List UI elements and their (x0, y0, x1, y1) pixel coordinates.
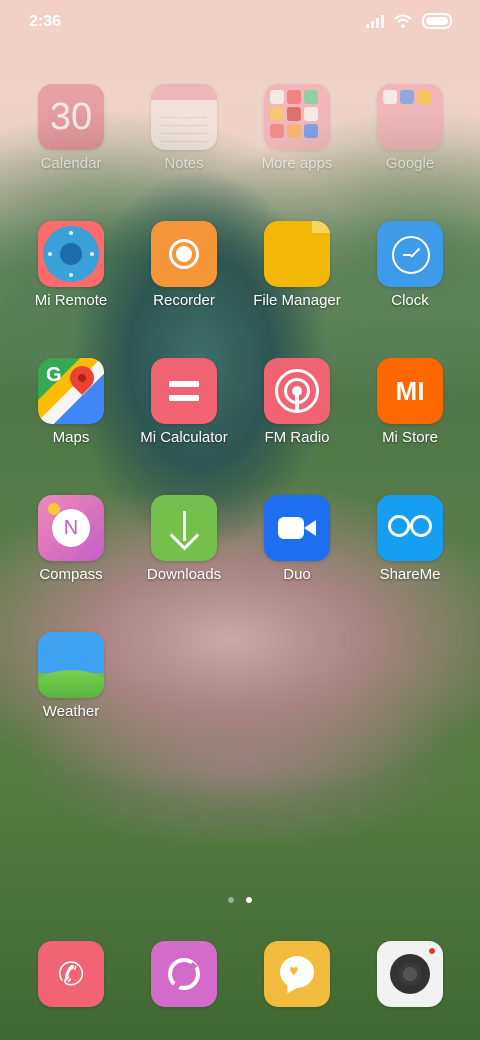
dock-phone[interactable]: ✆ (11, 941, 131, 1007)
dock-messages[interactable]: ♥ (237, 941, 357, 1007)
chat-bubble-icon: ♥ (264, 941, 330, 1007)
app-label: Mi Remote (34, 292, 108, 309)
folder-google[interactable]: Google (350, 84, 470, 172)
page-dot (228, 897, 234, 903)
app-weather[interactable]: Weather (11, 632, 131, 720)
status-icons (366, 13, 452, 29)
page-indicator (0, 897, 480, 903)
notes-icon (151, 84, 217, 150)
app-downloads[interactable]: Downloads (124, 495, 244, 583)
app-label: Compass (39, 566, 103, 583)
app-label: Maps (52, 429, 90, 446)
folder-icon (264, 84, 330, 150)
calculator-icon (151, 358, 217, 424)
app-label: Mi Store (382, 429, 438, 446)
app-label: FM Radio (264, 429, 330, 446)
mi-logo-icon: MI (377, 358, 443, 424)
app-calendar[interactable]: 30 Calendar (11, 84, 131, 172)
compass-icon: N (38, 495, 104, 561)
download-arrow-icon (151, 495, 217, 561)
folder-icon (377, 84, 443, 150)
radio-icon (264, 358, 330, 424)
app-label: Google (385, 155, 435, 172)
browser-icon (151, 941, 217, 1007)
app-label: Notes (164, 155, 204, 172)
folder-icon (264, 221, 330, 287)
app-mi-calculator[interactable]: Mi Calculator (124, 358, 244, 446)
app-label: Recorder (153, 292, 215, 309)
app-maps[interactable]: G Maps (11, 358, 131, 446)
app-label: Clock (391, 292, 429, 309)
wifi-icon (394, 14, 412, 28)
signal-icon (366, 14, 384, 28)
app-shareme[interactable]: ShareMe (350, 495, 470, 583)
dock: ✆ ♥ (0, 941, 480, 1007)
dock-browser[interactable] (124, 941, 244, 1007)
status-bar: 2:36 (0, 0, 480, 44)
app-label: Weather (42, 703, 100, 720)
app-mi-store[interactable]: MI Mi Store (350, 358, 470, 446)
app-mi-remote[interactable]: Mi Remote (11, 221, 131, 309)
app-label: ShareMe (379, 566, 441, 583)
app-label: Mi Calculator (140, 429, 228, 446)
app-notes[interactable]: Notes (124, 84, 244, 172)
dock-camera[interactable] (350, 941, 470, 1007)
recorder-icon (151, 221, 217, 287)
app-duo[interactable]: Duo (237, 495, 357, 583)
remote-icon (38, 221, 104, 287)
folder-more-apps[interactable]: More apps (237, 84, 357, 172)
camera-icon (377, 941, 443, 1007)
map-pin-icon: G (38, 358, 104, 424)
clock-icon (377, 221, 443, 287)
app-file-manager[interactable]: File Manager (237, 221, 357, 309)
app-recorder[interactable]: Recorder (124, 221, 244, 309)
app-fm-radio[interactable]: FM Radio (237, 358, 357, 446)
app-compass[interactable]: N Compass (11, 495, 131, 583)
phone-icon: ✆ (38, 941, 104, 1007)
app-label: File Manager (253, 292, 341, 309)
app-label: Downloads (146, 566, 222, 583)
app-label: Calendar (40, 155, 102, 172)
battery-icon (422, 13, 452, 29)
weather-icon (38, 632, 104, 698)
page-dot-active (246, 897, 252, 903)
status-time: 2:36 (29, 13, 62, 30)
app-label: More apps (261, 155, 333, 172)
calendar-icon: 30 (38, 84, 104, 150)
app-clock[interactable]: Clock (350, 221, 470, 309)
video-camera-icon (264, 495, 330, 561)
infinity-icon (377, 495, 443, 561)
app-label: Duo (283, 566, 311, 583)
